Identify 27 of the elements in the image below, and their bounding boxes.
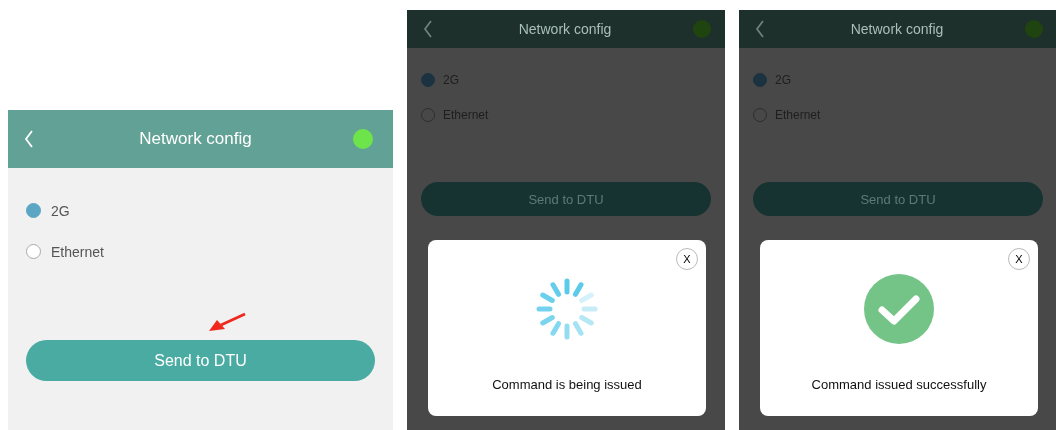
close-button[interactable]: X <box>1008 248 1030 270</box>
status-dot <box>1025 20 1043 38</box>
radio-button[interactable] <box>753 72 767 87</box>
status-dot <box>353 129 373 149</box>
screen-title: Network config <box>850 21 944 37</box>
close-button[interactable]: X <box>676 248 698 270</box>
status-dot <box>693 20 711 38</box>
back-icon <box>755 20 765 38</box>
screen-title: Network config <box>518 21 612 37</box>
dialog-message: Command is being issued <box>492 377 642 392</box>
success-check-icon <box>863 273 935 345</box>
send-button[interactable]: Send to DTU <box>753 182 1043 216</box>
radio-button[interactable] <box>753 107 767 122</box>
option-label: Ethernet <box>51 243 104 260</box>
back-icon <box>423 20 433 38</box>
send-button[interactable]: Send to DTU <box>421 182 711 216</box>
radio-button[interactable] <box>421 107 435 122</box>
radio-button[interactable] <box>26 203 41 218</box>
radio-button[interactable] <box>26 244 41 259</box>
radio-button[interactable] <box>421 72 435 87</box>
send-button[interactable]: Send to DTU <box>26 340 375 381</box>
dialog-message: Command issued successfully <box>811 377 987 392</box>
option-label: 2G <box>51 202 70 219</box>
screen-title: Network config <box>139 129 252 149</box>
back-icon <box>24 130 34 148</box>
radio-option[interactable]: 2G <box>26 190 375 231</box>
radio-option[interactable]: Ethernet <box>26 231 375 272</box>
